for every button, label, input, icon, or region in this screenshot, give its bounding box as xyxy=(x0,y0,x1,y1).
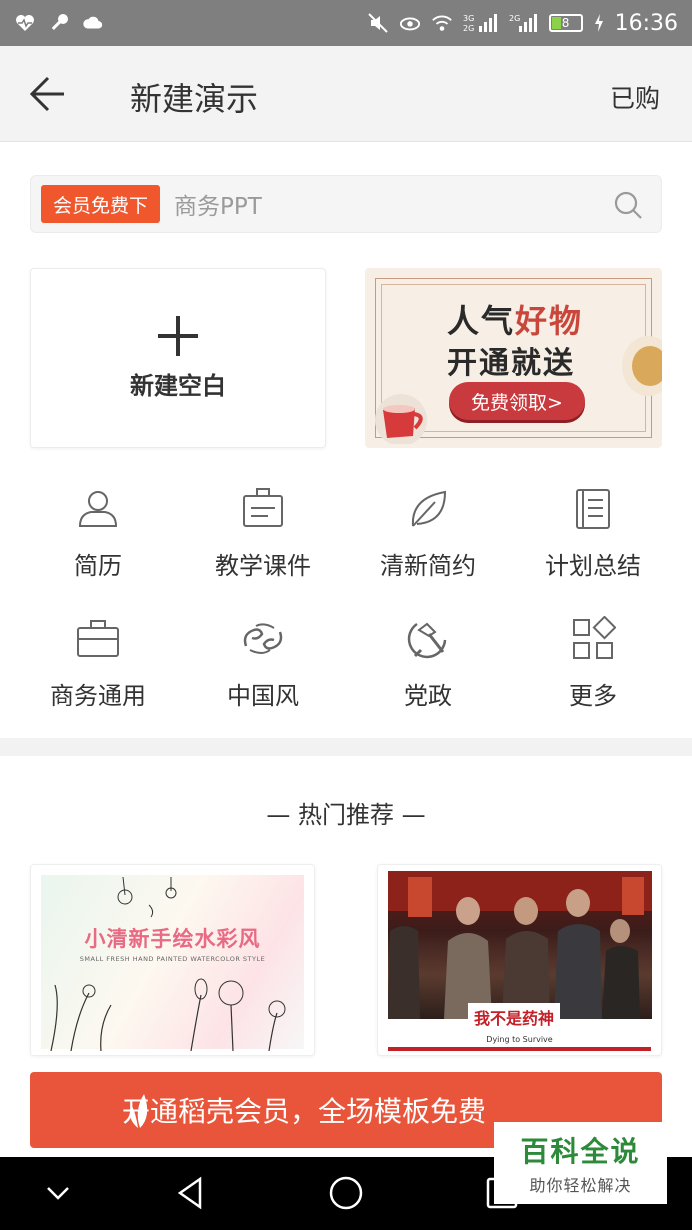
promo-line-1: 人气好物 xyxy=(447,302,584,340)
member-banner-text: 开通稻壳会员，全场模板免费 xyxy=(122,1095,487,1128)
status-bar: 3G 2G 2G 8 16:36 xyxy=(0,0,692,46)
signal-3g-icon: 3G 2G xyxy=(463,12,499,34)
plus-icon xyxy=(158,315,198,356)
watermark-main: 百科全说 xyxy=(520,1135,641,1168)
category-courseware[interactable]: 教学课件 xyxy=(193,486,333,596)
search-icon[interactable] xyxy=(613,190,643,220)
category-label: 计划总结 xyxy=(545,552,641,580)
movie-title: 我不是药神 xyxy=(468,1003,560,1031)
category-label: 教学课件 xyxy=(215,552,311,580)
search-input[interactable]: 商务PPT xyxy=(174,187,262,221)
dandelion-illustration xyxy=(50,876,286,1051)
status-time: 16:36 xyxy=(614,10,678,36)
template-subtitle: SMALL FRESH HAND PAINTED WATERCOLOR STYL… xyxy=(79,955,266,963)
app-bar: 新建演示 已购 xyxy=(0,46,692,142)
chevron-down-icon[interactable] xyxy=(40,1175,76,1211)
hammer-sickle-icon xyxy=(407,622,447,659)
category-label: 清新简约 xyxy=(380,552,476,580)
vip-free-tag: 会员免费下 xyxy=(41,185,161,223)
category-resume[interactable]: 简历 xyxy=(28,486,168,596)
category-more[interactable]: 更多 xyxy=(523,616,663,726)
purchased-button[interactable]: 已购 xyxy=(610,79,660,115)
page-title: 新建演示 xyxy=(130,80,259,118)
wifi-icon xyxy=(431,12,453,34)
key-icon xyxy=(48,12,70,34)
template-title: 小清新手绘水彩风 xyxy=(84,926,261,951)
movie-figures xyxy=(388,871,652,1019)
svg-text:2G: 2G xyxy=(463,24,474,33)
category-plan-summary[interactable]: 计划总结 xyxy=(523,486,663,596)
movie-accent-bar xyxy=(388,1047,651,1051)
battery-icon: 8 xyxy=(548,14,583,32)
category-business[interactable]: 商务通用 xyxy=(28,616,168,726)
template-card-watercolor[interactable]: 小清新手绘水彩风 SMALL FRESH HAND PAINTED WATERC… xyxy=(30,864,315,1056)
svg-text:2G: 2G xyxy=(509,14,520,23)
back-arrow-icon[interactable] xyxy=(28,74,68,114)
docer-leaf-icon xyxy=(130,1094,148,1128)
promo-banner[interactable]: 人气好物 开通就送 免费领取> xyxy=(365,268,662,448)
section-divider xyxy=(0,738,692,756)
template-thumbnail: 小清新手绘水彩风 SMALL FRESH HAND PAINTED WATERC… xyxy=(41,875,304,1051)
signal-2g-icon: 2G xyxy=(509,12,539,34)
courseware-icon xyxy=(243,488,283,527)
watermark-sub: 助你轻松解决 xyxy=(529,1176,632,1195)
hot-recommend-title: — 热门推荐 — xyxy=(266,801,426,829)
promo-claim-button[interactable]: 免费领取> xyxy=(449,382,585,420)
category-label: 党政 xyxy=(404,682,452,710)
eye-comfort-icon xyxy=(399,12,421,34)
cloud-icon xyxy=(82,12,104,34)
category-fresh-simple[interactable]: 清新简约 xyxy=(358,486,498,596)
bread-icon xyxy=(622,336,662,396)
mute-icon xyxy=(367,12,389,34)
promo-line-2: 开通就送 xyxy=(447,346,575,381)
category-label: 中国风 xyxy=(227,682,299,710)
template-card-movie[interactable]: 电影海报 / 艺术欣赏 我不是药神 Dying to Survive xyxy=(377,864,662,1056)
new-blank-label: 新建空白 xyxy=(130,371,226,400)
svg-text:3G: 3G xyxy=(463,14,474,23)
category-chinese-style[interactable]: 中国风 xyxy=(193,616,333,726)
cloud-pattern-icon xyxy=(243,623,283,654)
heart-rate-icon xyxy=(14,12,36,34)
cup-icon xyxy=(375,394,427,444)
resume-icon xyxy=(78,491,118,527)
category-party-government[interactable]: 党政 xyxy=(358,616,498,726)
leaf-icon xyxy=(411,490,447,527)
screen: 3G 2G 2G 8 16:36 新建演示 已购 会员免费下 商务PPT 新建空… xyxy=(0,0,692,1230)
category-label: 更多 xyxy=(569,682,617,710)
notebook-icon xyxy=(576,489,610,529)
watermark-logo: 百科全说 助你轻松解决 xyxy=(494,1122,667,1204)
home-circle-icon[interactable] xyxy=(328,1175,364,1211)
briefcase-icon xyxy=(77,620,119,657)
back-triangle-icon[interactable] xyxy=(174,1175,210,1211)
grid-more-icon xyxy=(573,616,616,659)
category-label: 简历 xyxy=(74,552,122,580)
movie-still-image: 电影海报 / 艺术欣赏 xyxy=(388,871,652,1019)
charging-icon xyxy=(593,12,605,34)
search-bar[interactable]: 会员免费下 商务PPT xyxy=(30,175,662,233)
new-blank-card[interactable]: 新建空白 xyxy=(30,268,326,448)
movie-subtitle: Dying to Survive xyxy=(486,1035,553,1044)
category-label: 商务通用 xyxy=(50,682,146,710)
